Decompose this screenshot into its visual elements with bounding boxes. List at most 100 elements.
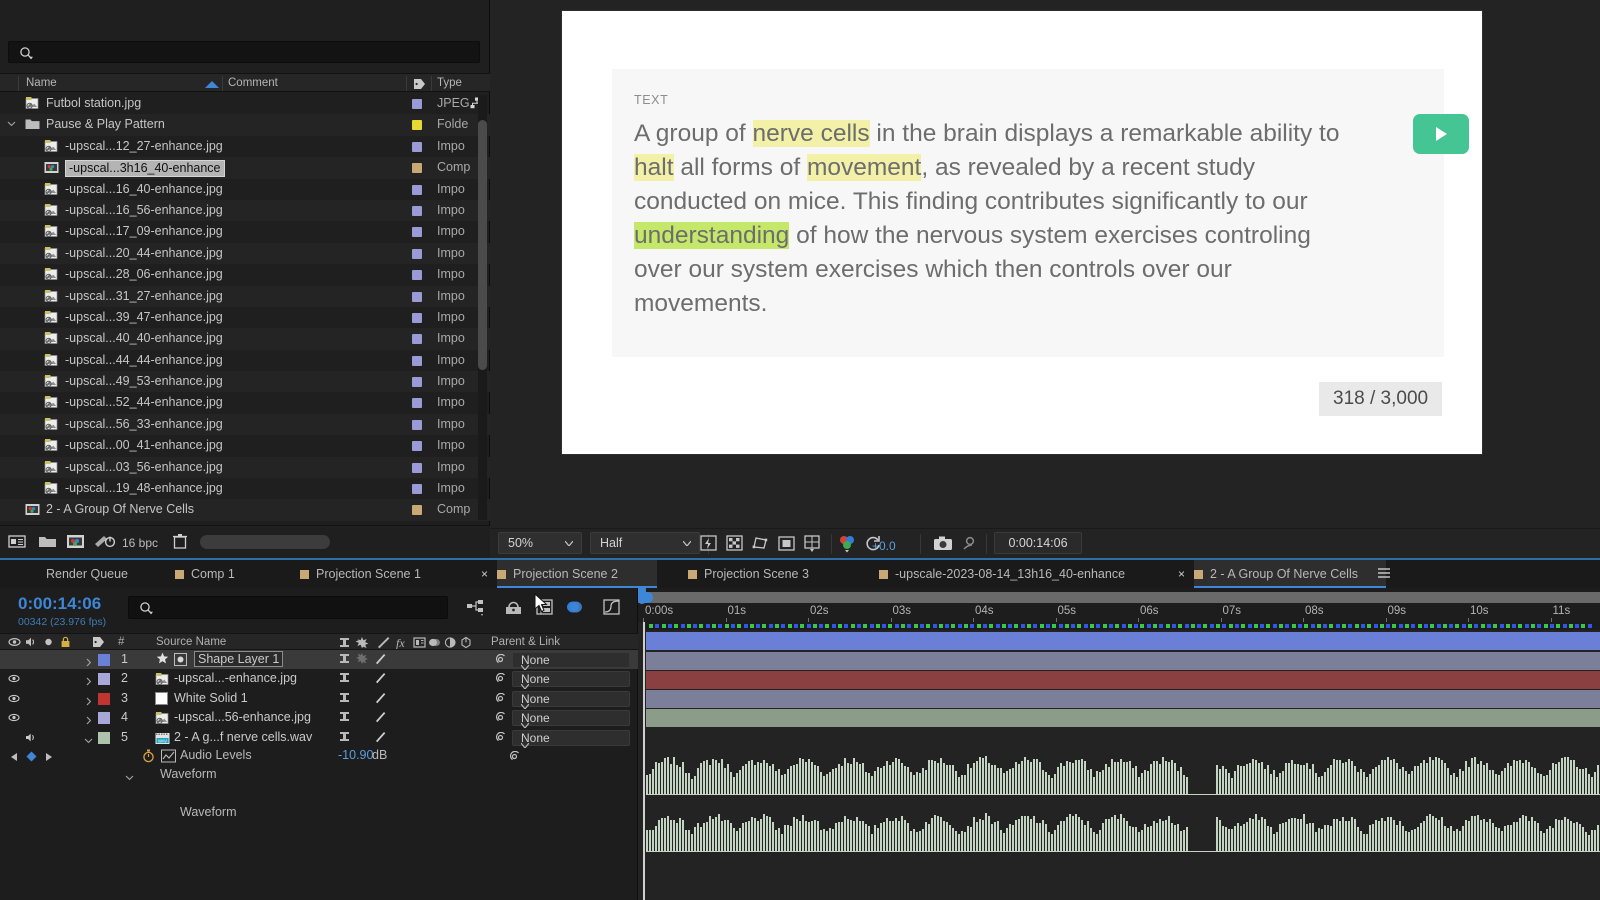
label-color-swatch[interactable] xyxy=(412,505,422,516)
keyframe-marker[interactable] xyxy=(737,624,742,628)
keyframe-marker[interactable] xyxy=(1008,624,1013,628)
keyframe-marker[interactable] xyxy=(1216,624,1220,628)
keyframe-marker[interactable] xyxy=(1102,624,1107,628)
label-color-swatch[interactable] xyxy=(412,248,422,259)
label-color-swatch[interactable] xyxy=(412,291,422,302)
keyframe-marker[interactable] xyxy=(1153,624,1157,628)
keyframe-marker[interactable] xyxy=(1033,624,1038,628)
keyframe-marker[interactable] xyxy=(705,624,710,628)
layer-visibility-toggle[interactable] xyxy=(8,712,20,726)
panel-menu-icon[interactable] xyxy=(1377,566,1391,584)
keyframe-marker[interactable] xyxy=(1052,624,1057,628)
keyframe-marker[interactable] xyxy=(787,624,792,628)
keyframe-marker[interactable] xyxy=(1367,624,1372,628)
layer-name[interactable]: 2 - A g...f nerve cells.wav xyxy=(174,730,312,744)
timeline-property-row[interactable]: Audio Levels -10.90 dB xyxy=(0,747,638,766)
keyframe-marker[interactable] xyxy=(825,624,830,628)
column-header-type[interactable]: Type xyxy=(437,77,462,89)
keyframe-marker[interactable] xyxy=(1524,624,1529,628)
timeline-layer-row[interactable]: 1 Shape Layer 1 None xyxy=(0,650,638,671)
keyframe-marker[interactable] xyxy=(819,624,824,628)
keyframe-marker[interactable] xyxy=(1342,624,1346,628)
layer-audio-toggle[interactable] xyxy=(25,732,38,746)
keyframe-marker[interactable] xyxy=(1499,624,1504,628)
keyframe-marker[interactable] xyxy=(1241,624,1246,628)
keyframe-marker[interactable] xyxy=(1096,624,1101,628)
keyframe-marker[interactable] xyxy=(1228,624,1233,628)
keyframe-marker[interactable] xyxy=(1266,624,1271,628)
keyframe-marker[interactable] xyxy=(1373,624,1378,628)
keyframe-marker[interactable] xyxy=(1348,624,1353,628)
label-color-swatch[interactable] xyxy=(412,120,422,131)
keyframe-marker[interactable] xyxy=(831,624,836,628)
parent-select[interactable]: None xyxy=(512,690,630,710)
new-comp-icon[interactable] xyxy=(66,533,85,555)
keyframe-marker[interactable] xyxy=(1360,624,1365,628)
keyframe-marker[interactable] xyxy=(1449,624,1454,628)
layer-duration-bar[interactable] xyxy=(646,652,1600,670)
keyframe-marker[interactable] xyxy=(1398,624,1403,628)
keyframe-marker[interactable] xyxy=(1297,624,1302,628)
keyframe-marker[interactable] xyxy=(1304,624,1309,628)
keyframe-marker[interactable] xyxy=(919,624,924,628)
twirl-icon[interactable] xyxy=(7,119,16,128)
mask-paths-icon[interactable] xyxy=(751,534,770,553)
keyframe-marker[interactable] xyxy=(1543,624,1548,628)
keyframe-marker[interactable] xyxy=(1335,624,1340,628)
layer-color-swatch[interactable] xyxy=(98,712,110,725)
parent-select[interactable]: None xyxy=(512,729,630,749)
keyframe-marker[interactable] xyxy=(957,624,962,628)
keyframe-marker[interactable] xyxy=(838,624,842,628)
hide-shy-layers-icon[interactable] xyxy=(504,598,523,621)
timeline-work-area[interactable] xyxy=(638,592,1600,603)
keyframe-marker[interactable] xyxy=(1071,624,1076,628)
layer-name[interactable]: -upscal...56-enhance.jpg xyxy=(174,710,311,724)
keyframe-marker[interactable] xyxy=(1405,624,1409,628)
project-list-item[interactable]: -upscal...20_44-enhance.jpg Impo xyxy=(0,242,490,265)
project-list-item[interactable]: -upscal...3h16_40-enhance Comp xyxy=(0,157,490,179)
timeline-tab[interactable]: Render Queue xyxy=(30,560,140,588)
keyframe-marker[interactable] xyxy=(768,624,773,628)
transparency-grid-icon[interactable] xyxy=(725,534,744,553)
timeline-property-row[interactable]: Waveform xyxy=(0,804,638,823)
project-item-list[interactable]: Futbol station.jpg JPEG Pause & Play Patte… xyxy=(0,93,490,523)
keyframe-marker[interactable] xyxy=(724,624,729,628)
label-color-swatch[interactable] xyxy=(412,398,422,409)
keyframe-marker[interactable] xyxy=(718,624,723,628)
project-list-item[interactable]: Pause & Play Pattern Folde xyxy=(0,114,490,136)
keyframe-marker[interactable] xyxy=(1392,624,1397,628)
layer-switches[interactable] xyxy=(338,691,398,707)
keyframe-marker[interactable] xyxy=(1171,624,1176,628)
project-list-item[interactable]: -upscal...40_40-enhance.jpg Impo xyxy=(0,328,490,350)
keyframe-marker[interactable] xyxy=(1379,624,1384,628)
keyframe-marker[interactable] xyxy=(1430,624,1435,628)
parent-pickwhip-icon[interactable] xyxy=(494,653,507,669)
layer-switches[interactable] xyxy=(338,671,398,687)
keyframe-marker[interactable] xyxy=(1077,624,1082,628)
keyframe-marker[interactable] xyxy=(1064,624,1069,628)
keyframe-marker[interactable] xyxy=(938,624,943,628)
keyframe-marker[interactable] xyxy=(863,624,868,628)
keyframe-marker[interactable] xyxy=(869,624,874,628)
project-list-item[interactable]: -upscal...16_56-enhance.jpg Impo xyxy=(0,199,490,222)
layer-twirl-icon[interactable] xyxy=(84,734,93,748)
stopwatch-icon[interactable] xyxy=(142,749,155,766)
exposure-value[interactable]: +0.0 xyxy=(872,539,896,553)
project-list-item[interactable]: -upscal...19_48-enhance.jpg Impo xyxy=(0,478,490,499)
motion-blur-icon[interactable] xyxy=(565,598,584,621)
column-header-comment[interactable]: Comment xyxy=(228,77,278,89)
playhead-handle[interactable] xyxy=(638,588,646,604)
keyframe-marker[interactable] xyxy=(1178,624,1183,628)
column-header-name[interactable]: Name xyxy=(26,77,57,89)
property-twirl-icon[interactable] xyxy=(125,771,134,785)
composition-mini-flowchart-icon[interactable] xyxy=(466,598,486,621)
project-list-item[interactable]: -upscal...17_09-enhance.jpg Impo xyxy=(0,221,490,242)
project-list-item[interactable]: -upscal...31_27-enhance.jpg Impo xyxy=(0,285,490,307)
keyframe-marker[interactable] xyxy=(781,624,786,628)
layer-color-swatch[interactable] xyxy=(98,692,110,705)
layer-twirl-icon[interactable] xyxy=(84,714,93,728)
keyframe-marker[interactable] xyxy=(686,624,691,628)
timeline-tab[interactable]: × 2 - A Group Of Nerve Cells xyxy=(1178,560,1386,588)
keyframe-marker[interactable] xyxy=(926,624,931,628)
project-list-item[interactable]: -upscal...28_06-enhance.jpg Impo xyxy=(0,264,490,285)
